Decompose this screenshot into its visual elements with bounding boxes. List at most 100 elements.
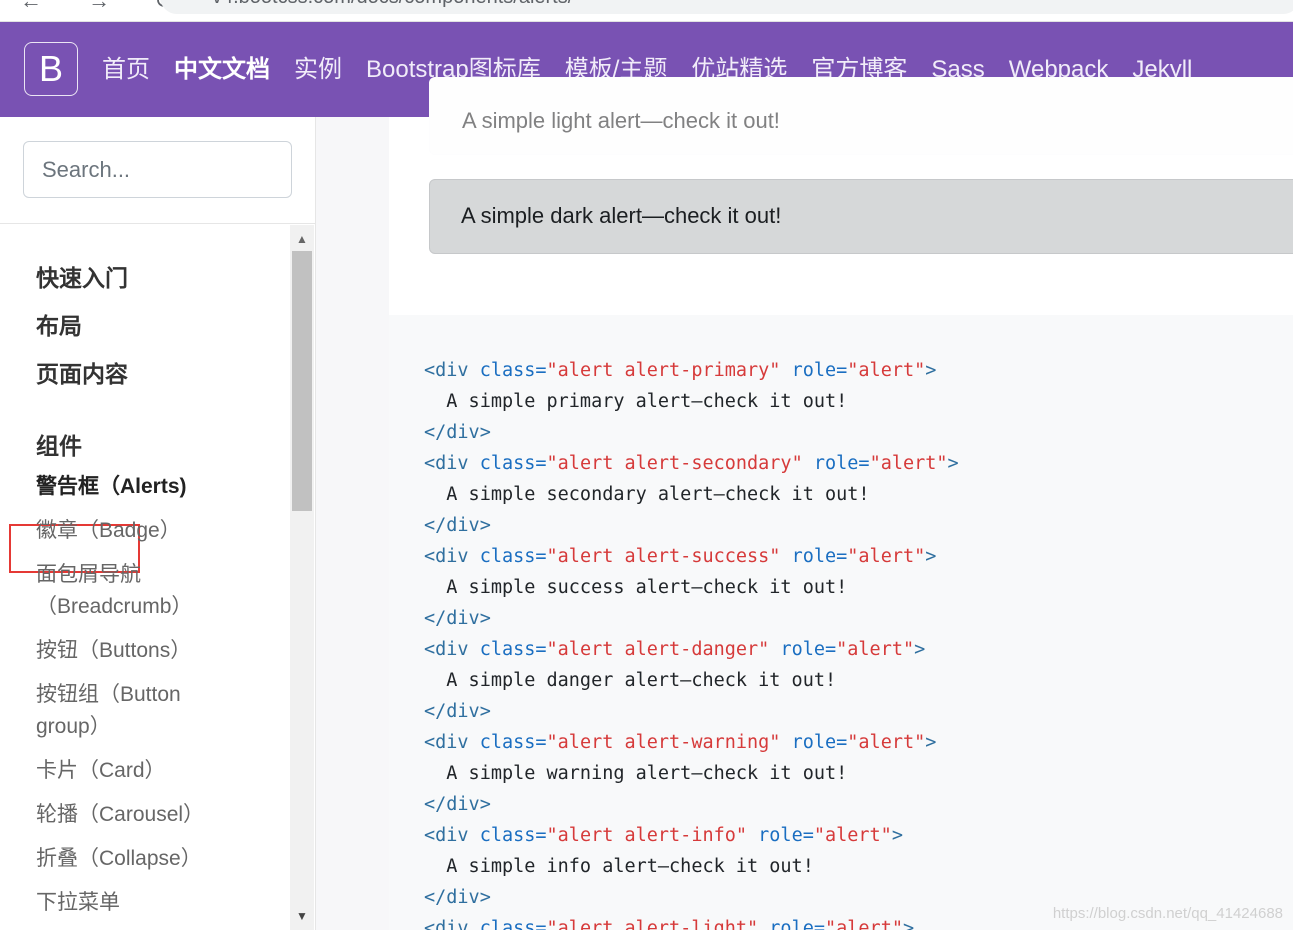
code-attr: role= <box>769 918 825 930</box>
code-attr: role= <box>791 360 848 381</box>
sidebar-item-alerts[interactable]: 警告框（Alerts) <box>36 471 187 503</box>
code-text: A simple danger alert—check it out! <box>446 670 837 691</box>
code-tag: <div <box>424 732 469 753</box>
sidebar-scrollbar[interactable]: ▲ ▼ <box>290 225 314 930</box>
code-attr: class= <box>479 918 547 930</box>
sidebar-section-components[interactable]: 组件 <box>36 427 82 461</box>
docs-sidebar: 快速入门 布局 页面内容 组件 警告框（Alerts) 徽章（Badge） 面包… <box>0 117 316 930</box>
sidebar-item-buttons[interactable]: 按钮（Buttons） <box>36 635 191 667</box>
code-role-value: "alert" <box>847 360 926 381</box>
scroll-up-icon[interactable]: ▲ <box>290 229 314 249</box>
code-line-close: </div> <box>424 603 959 634</box>
code-role-value: "alert" <box>825 918 903 930</box>
code-line-text: A simple success alert—check it out! <box>424 572 959 603</box>
code-tag: <div <box>424 453 469 474</box>
code-class-value: "alert alert-info" <box>546 825 748 846</box>
code-line-text: A simple primary alert—check it out! <box>424 386 959 417</box>
code-line-open: <div class="alert alert-success" role="a… <box>424 541 959 572</box>
code-role-value: "alert" <box>813 825 892 846</box>
address-bar[interactable]: v4.bootcss.com/docs/components/alerts/ <box>160 0 1293 14</box>
search-input[interactable] <box>23 141 292 198</box>
scrollbar-thumb[interactable] <box>292 251 312 511</box>
alert-light: A simple light alert—check it out! <box>429 77 1293 155</box>
watermark: https://blog.csdn.net/qq_41424688 <box>1052 905 1283 922</box>
code-attr: class= <box>479 732 547 753</box>
code-role-value: "alert" <box>847 732 926 753</box>
code-text: A simple success alert—check it out! <box>446 577 848 598</box>
code-line-text: A simple secondary alert—check it out! <box>424 479 959 510</box>
main-content: A simple light alert—check it out! A sim… <box>316 77 1293 930</box>
code-line-open: <div class="alert alert-light" role="ale… <box>424 913 959 930</box>
sidebar-item-breadcrumb[interactable]: 面包屑导航 <box>36 559 141 591</box>
sidebar-item-carousel[interactable]: 轮播（Carousel） <box>36 799 204 831</box>
alert-dark: A simple dark alert—check it out! <box>429 179 1293 254</box>
code-line-text: A simple danger alert—check it out! <box>424 665 959 696</box>
content-gutter <box>316 117 389 930</box>
code-attr: role= <box>758 825 814 846</box>
code-tag: </div> <box>424 515 491 536</box>
sidebar-section-content[interactable]: 页面内容 <box>36 355 128 389</box>
sidebar-nav: 快速入门 布局 页面内容 组件 警告框（Alerts) 徽章（Badge） 面包… <box>0 225 290 930</box>
code-attr: class= <box>479 453 547 474</box>
code-attr: class= <box>479 546 547 567</box>
code-tag: > <box>925 546 937 567</box>
address-bar-url: v4.bootcss.com/docs/components/alerts/ <box>212 0 573 9</box>
code-line-open: <div class="alert alert-primary" role="a… <box>424 355 959 386</box>
code-attr: role= <box>813 453 870 474</box>
code-line-close: </div> <box>424 789 959 820</box>
code-text: A simple info alert—check it out! <box>446 856 814 877</box>
code-class-value: "alert alert-success" <box>546 546 781 567</box>
code-tag: </div> <box>424 701 491 722</box>
code-attr: class= <box>479 639 547 660</box>
code-role-value: "alert" <box>836 639 915 660</box>
nav-link-examples[interactable]: 实例 <box>294 55 342 85</box>
sidebar-item-badge[interactable]: 徽章（Badge） <box>36 515 181 547</box>
code-tag: <div <box>424 825 469 846</box>
code-tag: </div> <box>424 794 491 815</box>
code-tag: > <box>925 360 937 381</box>
code-role-value: "alert" <box>847 546 926 567</box>
code-attr: class= <box>479 360 547 381</box>
code-line-text: A simple info alert—check it out! <box>424 851 959 882</box>
code-block: <div class="alert alert-primary" role="a… <box>389 315 1293 930</box>
bootstrap-logo[interactable]: B <box>24 42 78 96</box>
alert-light-text: A simple light alert—check it out! <box>462 108 780 133</box>
code-attr: role= <box>791 732 848 753</box>
code-attr: class= <box>479 825 547 846</box>
code-line-open: <div class="alert alert-danger" role="al… <box>424 634 959 665</box>
code-line-close: </div> <box>424 882 959 913</box>
sidebar-item-card[interactable]: 卡片（Card） <box>36 755 166 787</box>
nav-link-docs[interactable]: 中文文档 <box>174 55 270 85</box>
sidebar-section-layout[interactable]: 布局 <box>36 307 82 341</box>
code-attr: role= <box>780 639 837 660</box>
sidebar-item-breadcrumb-line2[interactable]: （Breadcrumb） <box>36 591 192 623</box>
code-tag: > <box>947 453 959 474</box>
code-tag: <div <box>424 360 469 381</box>
code-line-close: </div> <box>424 417 959 448</box>
sidebar-item-dropdowns[interactable]: 下拉菜单 <box>36 887 120 919</box>
sidebar-item-button-group-line2[interactable]: group） <box>36 711 111 743</box>
code-tag: <div <box>424 639 469 660</box>
code-tag: > <box>891 825 903 846</box>
code-class-value: "alert alert-danger" <box>546 639 770 660</box>
code-role-value: "alert" <box>869 453 948 474</box>
code-line-close: </div> <box>424 510 959 541</box>
scroll-down-icon[interactable]: ▼ <box>290 906 314 926</box>
page: ← → ⟳ v4.bootcss.com/docs/components/ale… <box>0 0 1293 930</box>
code-class-value: "alert alert-light" <box>546 918 759 930</box>
alerts-example: A simple light alert—check it out! A sim… <box>389 77 1293 315</box>
sidebar-item-collapse[interactable]: 折叠（Collapse） <box>36 843 202 875</box>
browser-toolbar: ← → ⟳ v4.bootcss.com/docs/components/ale… <box>0 0 1293 22</box>
sidebar-section-getting-started[interactable]: 快速入门 <box>36 259 128 293</box>
code-text: A simple secondary alert—check it out! <box>446 484 870 505</box>
code-class-value: "alert alert-warning" <box>546 732 781 753</box>
code-tag: </div> <box>424 887 491 908</box>
code-tag: </div> <box>424 422 491 443</box>
sidebar-item-button-group[interactable]: 按钮组（Button <box>36 679 181 711</box>
code-tag: > <box>925 732 937 753</box>
search-area <box>0 117 315 224</box>
nav-link-home[interactable]: 首页 <box>102 55 150 85</box>
code-line-text: A simple warning alert—check it out! <box>424 758 959 789</box>
alert-dark-text: A simple dark alert—check it out! <box>461 203 782 228</box>
code-tag: > <box>902 918 915 930</box>
